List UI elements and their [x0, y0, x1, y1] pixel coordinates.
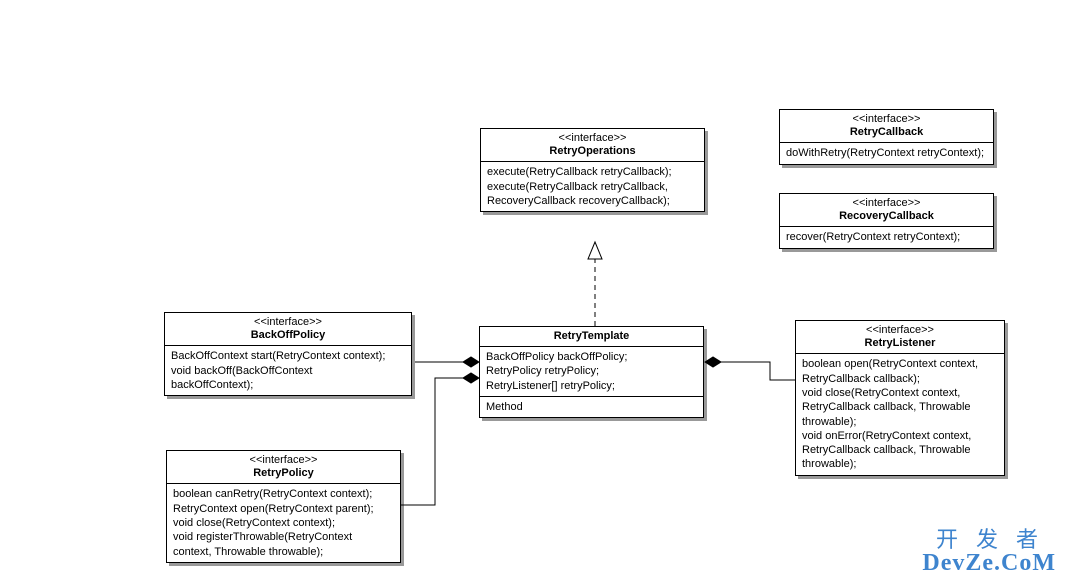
composition-diamond-icon [463, 373, 479, 383]
methods-section: boolean open(RetryContext context, Retry… [796, 354, 1004, 474]
uml-connectors [0, 0, 1066, 582]
watermark-en: DevZe.CoM [922, 551, 1056, 576]
stereotype-label: <<interface>> [786, 113, 987, 126]
composition-diamond-icon [463, 357, 479, 367]
methods-section: recover(RetryContext retryContext); [780, 227, 993, 247]
class-recovery-callback: <<interface>> RecoveryCallback recover(R… [779, 193, 994, 249]
class-retry-listener: <<interface>> RetryListener boolean open… [795, 320, 1005, 476]
class-title: RetryTemplate [480, 327, 703, 347]
class-title: <<interface>> RetryOperations [481, 129, 704, 162]
methods-section: doWithRetry(RetryContext retryContext); [780, 143, 993, 163]
watermark-cn: 开发者 [922, 528, 1056, 551]
class-title: <<interface>> RetryListener [796, 321, 1004, 354]
methods-section: BackOffContext start(RetryContext contex… [165, 346, 411, 395]
stereotype-label: <<interface>> [802, 324, 998, 337]
stereotype-label: <<interface>> [487, 132, 698, 145]
class-name: BackOffPolicy [171, 329, 405, 342]
stereotype-label: <<interface>> [173, 454, 394, 467]
class-retry-policy: <<interface>> RetryPolicy boolean canRet… [166, 450, 401, 563]
class-name: RetryListener [802, 337, 998, 350]
watermark: 开发者 DevZe.CoM [922, 528, 1056, 576]
composition-line-retrypolicy [401, 378, 467, 505]
stereotype-label: <<interface>> [171, 316, 405, 329]
class-name: RetryTemplate [486, 330, 697, 343]
class-title: <<interface>> RetryCallback [780, 110, 993, 143]
composition-diamond-icon [705, 357, 721, 367]
realization-arrow-icon [588, 242, 602, 259]
fields-section: BackOffPolicy backOffPolicy; RetryPolicy… [480, 347, 703, 397]
class-back-off-policy: <<interface>> BackOffPolicy BackOffConte… [164, 312, 412, 396]
class-title: <<interface>> RecoveryCallback [780, 194, 993, 227]
stereotype-label: <<interface>> [786, 197, 987, 210]
class-name: RetryOperations [487, 145, 698, 158]
methods-section: execute(RetryCallback retryCallback); ex… [481, 162, 704, 211]
class-name: RetryPolicy [173, 467, 394, 480]
composition-line-listener [718, 362, 795, 380]
class-title: <<interface>> RetryPolicy [167, 451, 400, 484]
methods-section: boolean canRetry(RetryContext context); … [167, 484, 400, 561]
class-name: RetryCallback [786, 126, 987, 139]
class-retry-callback: <<interface>> RetryCallback doWithRetry(… [779, 109, 994, 165]
class-retry-operations: <<interface>> RetryOperations execute(Re… [480, 128, 705, 212]
methods-section: Method [480, 397, 703, 417]
class-name: RecoveryCallback [786, 210, 987, 223]
class-retry-template: RetryTemplate BackOffPolicy backOffPolic… [479, 326, 704, 418]
class-title: <<interface>> BackOffPolicy [165, 313, 411, 346]
